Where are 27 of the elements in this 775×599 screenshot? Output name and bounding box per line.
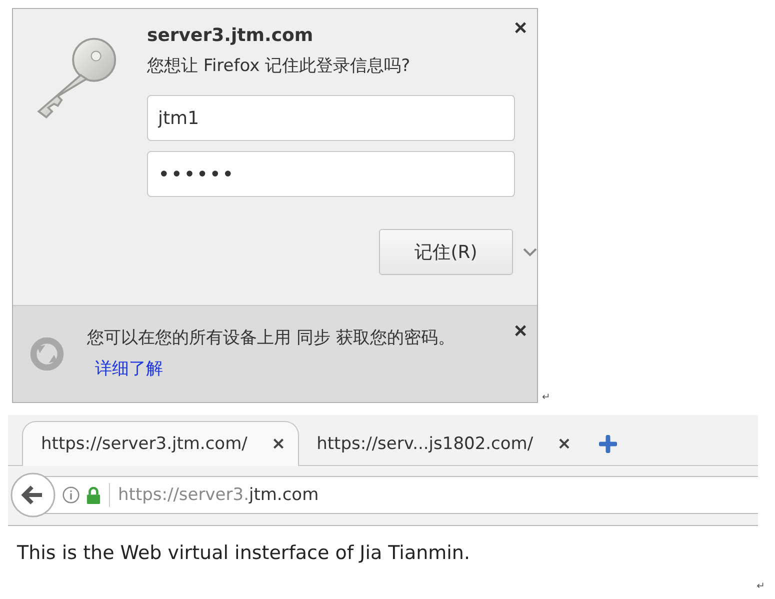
tab-close-button[interactable]: ×: [271, 434, 286, 454]
sync-icon: [29, 336, 65, 372]
learn-more-link[interactable]: 详细了解: [95, 359, 163, 379]
sync-message: 您可以在您的所有设备上用 同步 获取您的密码。 详细了解: [87, 327, 456, 381]
browser-tab[interactable]: https://serv...js1802.com/ ×: [298, 423, 584, 465]
paragraph-mark: ↵: [756, 581, 765, 592]
page-text: This is the Web virtual insterface of Jia Tianmin.: [16, 541, 472, 564]
address-bar[interactable]: https://server3.jtm.com: [44, 476, 758, 514]
username-field[interactable]: jtm1: [147, 95, 515, 141]
url-domain-text: jtm.com: [248, 485, 319, 505]
url-scheme-text: https://server3.: [118, 485, 249, 505]
back-button[interactable]: [10, 472, 56, 518]
remember-button[interactable]: 记住(R): [379, 229, 513, 275]
new-tab-icon[interactable]: [599, 435, 618, 453]
save-login-question: 您想让 Firefox 记住此登录信息吗?: [147, 55, 412, 77]
info-icon[interactable]: [62, 486, 80, 504]
tab-title: https://serv...js1802.com/: [316, 434, 534, 454]
tab-close-button[interactable]: ×: [557, 434, 572, 454]
tab-title: https://server3.jtm.com/: [41, 434, 248, 454]
browser-tab[interactable]: https://server3.jtm.com/ ×: [22, 421, 299, 466]
dropdown-chevron-icon[interactable]: [523, 247, 537, 257]
close-button[interactable]: ×: [514, 320, 527, 342]
close-button[interactable]: ×: [514, 17, 527, 39]
lock-icon[interactable]: [86, 486, 101, 504]
paragraph-mark: ↵: [542, 392, 550, 403]
site-title: server3.jtm.com: [147, 25, 314, 46]
password-field[interactable]: ••••••: [147, 151, 515, 197]
